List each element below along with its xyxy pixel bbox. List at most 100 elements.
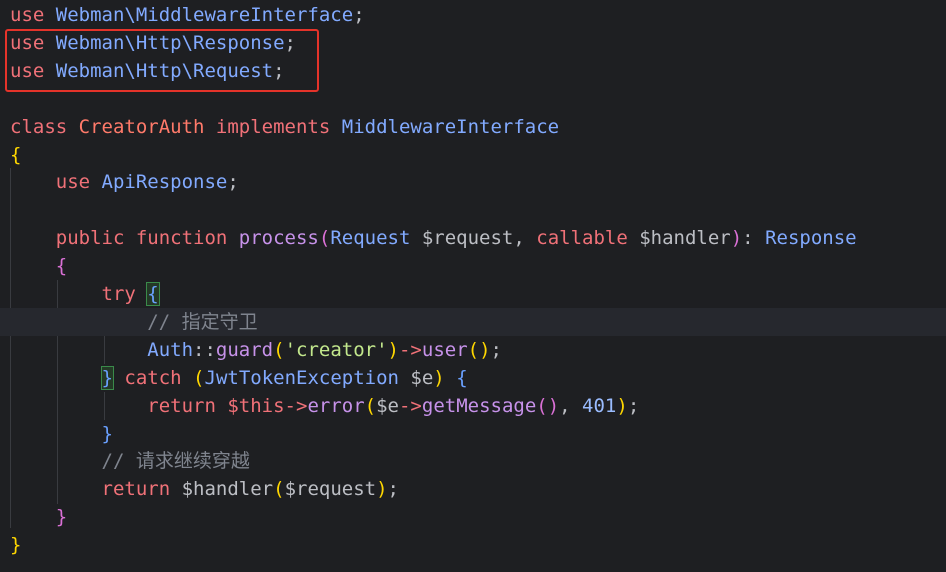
code-line[interactable]: }	[0, 503, 946, 531]
code-token: CreatorAuth	[78, 115, 216, 138]
code-token: ;	[353, 4, 365, 26]
code-line-text: // 指定守卫	[10, 308, 258, 336]
code-line-text: }	[10, 503, 67, 531]
code-token: ;	[227, 171, 239, 194]
code-line[interactable]: } catch (JwtTokenException $e) {	[0, 364, 946, 392]
code-line[interactable]: }	[0, 420, 946, 448]
code-token: :	[742, 227, 766, 250]
code-token: public	[10, 227, 136, 250]
code-token: class	[10, 115, 79, 138]
code-token: Request	[330, 227, 422, 250]
code-token: ()	[536, 394, 560, 417]
code-token: user	[421, 338, 468, 361]
code-token: $this	[227, 394, 285, 417]
code-line[interactable]	[0, 196, 946, 224]
code-token: $handler	[639, 227, 731, 250]
code-line-text: Auth::guard('creator')->user();	[10, 336, 502, 364]
code-token: (	[318, 227, 331, 250]
code-token: )	[376, 478, 388, 501]
code-token: )	[433, 366, 457, 389]
code-token: function	[135, 227, 239, 250]
code-line[interactable]: return $this->error($e->getMessage(), 40…	[0, 392, 946, 420]
code-line[interactable]: {	[0, 252, 946, 280]
code-token: $e	[410, 366, 434, 389]
code-token: return	[10, 478, 182, 501]
code-line[interactable]: // 指定守卫	[0, 307, 946, 336]
code-token: $e	[376, 394, 399, 417]
code-token: Auth	[10, 338, 194, 361]
code-line[interactable]: return $handler($request);	[0, 475, 946, 503]
code-line-text: }	[10, 420, 113, 448]
code-line[interactable]: // 请求继续穿越	[0, 447, 946, 475]
code-line[interactable]: public function process(Request $request…	[0, 224, 946, 252]
code-token: callable	[536, 227, 640, 250]
code-token: ->	[284, 394, 308, 417]
code-line-text: }	[10, 531, 21, 559]
code-token: }	[10, 534, 22, 557]
code-line-text: class CreatorAuth implements MiddlewareI…	[10, 113, 559, 141]
code-token: JwtTokenException	[204, 366, 411, 389]
code-token: {	[146, 282, 160, 306]
code-token: ::	[193, 338, 216, 361]
code-token: ;	[627, 394, 640, 417]
code-token: )	[730, 227, 743, 250]
code-token: Webman\MiddlewareInterface	[55, 4, 354, 26]
code-token: $handler	[181, 478, 274, 501]
code-line[interactable]: Auth::guard('creator')->user();	[0, 336, 946, 364]
code-line-text: public function process(Request $request…	[10, 224, 857, 252]
code-token: error	[307, 394, 365, 417]
code-line-text: {	[10, 252, 67, 280]
code-token: (	[273, 338, 285, 361]
code-token: process	[238, 227, 319, 250]
code-line-text: return $handler($request);	[10, 475, 399, 503]
code-token: 'creator'	[284, 338, 388, 361]
code-token: )	[616, 394, 628, 417]
code-token: (	[193, 366, 205, 389]
code-token: ,	[513, 227, 537, 250]
code-token: guard	[215, 338, 274, 361]
code-line-text: try {	[10, 280, 160, 308]
code-token: }	[10, 422, 113, 445]
code-line[interactable]: class CreatorAuth implements MiddlewareI…	[0, 113, 946, 141]
code-line-text: {	[10, 141, 21, 169]
code-line-text: } catch (JwtTokenException $e) {	[10, 364, 468, 392]
code-token: ->	[398, 338, 422, 361]
code-token: {	[10, 255, 68, 278]
code-token: Response	[765, 227, 857, 250]
annotation-highlight-box	[5, 29, 319, 92]
code-line-text: use ApiResponse;	[10, 168, 239, 196]
code-token: {	[10, 143, 22, 166]
code-line[interactable]: {	[0, 141, 946, 169]
code-token: getMessage	[421, 394, 537, 417]
code-token: }	[100, 365, 115, 390]
code-line[interactable]: }	[0, 531, 946, 559]
code-token: catch	[112, 366, 194, 389]
code-token: $request	[284, 478, 377, 501]
code-token: ;	[387, 478, 399, 501]
code-line[interactable]: use ApiResponse;	[0, 168, 946, 196]
code-token: ,	[559, 394, 583, 417]
code-line-text: use Webman\MiddlewareInterface;	[10, 1, 365, 29]
code-token: ->	[398, 394, 422, 417]
code-token: use	[10, 171, 102, 194]
code-token: ;	[490, 338, 502, 361]
code-line-text: return $this->error($e->getMessage(), 40…	[10, 392, 639, 420]
code-token: ()	[467, 338, 491, 361]
code-token: 401	[582, 394, 617, 417]
code-line[interactable]: try {	[0, 280, 946, 308]
code-token: // 请求继续穿越	[10, 450, 250, 473]
code-token: use	[10, 4, 56, 26]
code-token: return	[10, 394, 228, 417]
code-token: implements	[215, 115, 342, 138]
code-line[interactable]: use Webman\MiddlewareInterface;	[0, 1, 946, 29]
code-token: )	[387, 338, 399, 361]
code-token: try	[10, 283, 148, 305]
code-token: (	[273, 478, 285, 501]
code-token: {	[456, 366, 468, 389]
code-token: // 指定守卫	[10, 310, 258, 333]
code-line-text: // 请求继续穿越	[10, 447, 250, 475]
code-token: MiddlewareInterface	[341, 115, 560, 138]
code-token: $request	[421, 227, 514, 250]
code-token: ApiResponse	[101, 171, 228, 194]
